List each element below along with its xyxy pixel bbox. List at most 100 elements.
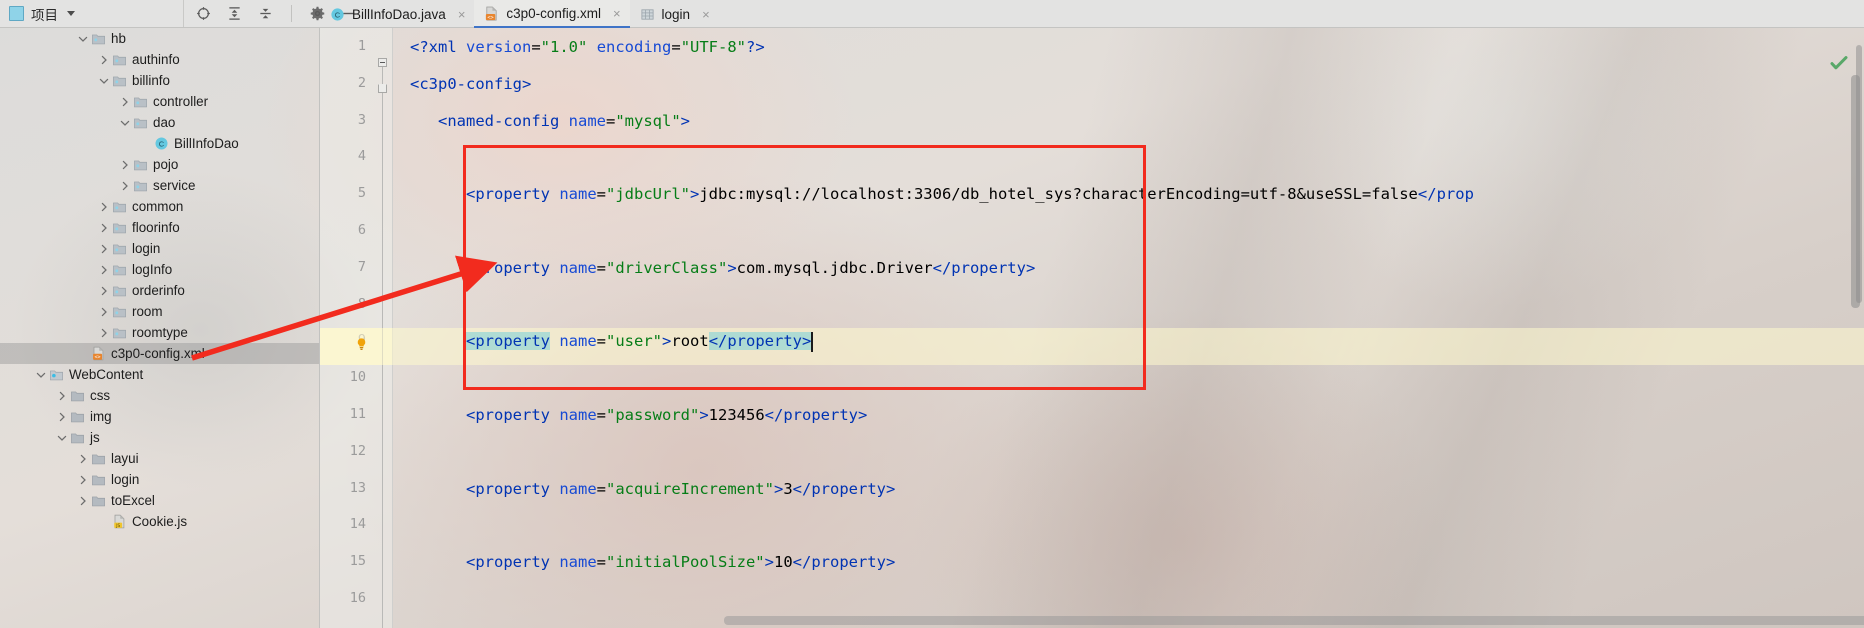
chevron-right-icon[interactable] — [56, 390, 68, 402]
tree-item-common[interactable]: common — [0, 196, 320, 217]
chevron-down-icon[interactable] — [67, 11, 75, 16]
code-token: name — [559, 553, 597, 572]
tree-item-label: img — [90, 409, 112, 424]
chevron-right-icon[interactable] — [98, 264, 110, 276]
tree-item-toexcel[interactable]: toExcel — [0, 490, 320, 511]
package-icon — [113, 223, 126, 234]
collapse-all-icon[interactable] — [258, 6, 273, 21]
tree-item-label: floorinfo — [132, 220, 180, 235]
chevron-right-icon[interactable] — [98, 306, 110, 318]
code-token: > — [680, 111, 690, 130]
chevron-right-icon[interactable] — [98, 285, 110, 297]
chevron-right-icon[interactable] — [77, 495, 89, 507]
package-icon — [134, 160, 147, 171]
package-icon — [134, 97, 147, 108]
chevron-right-icon[interactable] — [98, 54, 110, 66]
tree-item-label: service — [153, 178, 196, 193]
js-file-icon: JS — [114, 514, 125, 529]
xml-file-icon: <> — [484, 6, 499, 21]
close-icon[interactable]: × — [702, 8, 710, 21]
project-panel-header[interactable]: 项目 — [0, 0, 184, 27]
chevron-right-icon[interactable] — [77, 474, 89, 486]
expand-all-icon[interactable] — [227, 6, 242, 21]
tab-billinfodao-java[interactable]: C BillInfoDao.java × — [320, 0, 474, 28]
code-token: 10 — [773, 553, 793, 572]
chevron-right-icon[interactable] — [56, 411, 68, 423]
tree-item-css[interactable]: css — [0, 385, 320, 406]
chevron-down-icon[interactable] — [77, 33, 89, 45]
code-token: </property> — [792, 553, 896, 572]
tree-spacer — [140, 138, 152, 150]
inspection-status-badge[interactable] — [1826, 52, 1852, 74]
tree-item-webcontent[interactable]: WebContent — [0, 364, 320, 385]
locate-icon[interactable] — [196, 6, 211, 21]
editor-tab-bar: C BillInfoDao.java × <> c3p0-config.xml … — [320, 0, 719, 28]
tree-item-label: billinfo — [132, 73, 170, 88]
tree-item-label: BillInfoDao — [174, 136, 239, 151]
code-token: "acquireIncrement" — [606, 479, 774, 498]
chevron-right-icon[interactable] — [98, 201, 110, 213]
code-line-13[interactable]: <property name="acquireIncrement">3</pro… — [466, 476, 895, 502]
tree-item-login[interactable]: login — [0, 238, 320, 259]
folder-icon — [71, 391, 84, 402]
tab-login[interactable]: login × — [630, 0, 719, 28]
tree-item-label: controller — [153, 94, 209, 109]
code-line-3[interactable]: <named-config name="mysql"> — [438, 108, 690, 134]
package-icon — [113, 307, 126, 318]
chevron-down-icon[interactable] — [35, 369, 47, 381]
tree-item-label: Cookie.js — [132, 514, 188, 529]
tree-item-pojo[interactable]: pojo — [0, 154, 320, 175]
tree-item-label: logInfo — [132, 262, 173, 277]
tree-item-orderinfo[interactable]: orderinfo — [0, 280, 320, 301]
code-token: name — [559, 406, 597, 424]
tree-item-login[interactable]: login — [0, 469, 320, 490]
tree-item-label: hb — [111, 31, 126, 46]
code-line-15[interactable]: <property name="initialPoolSize">10</pro… — [466, 549, 895, 575]
chevron-right-icon[interactable] — [77, 453, 89, 465]
code-token: </property> — [764, 406, 868, 424]
project-tree[interactable]: hb authinfo billinfo controller dao C BillInfo… — [0, 28, 320, 628]
tree-item-loginfo[interactable]: logInfo — [0, 259, 320, 280]
tree-item-controller[interactable]: controller — [0, 91, 320, 112]
tree-item-floorinfo[interactable]: floorinfo — [0, 217, 320, 238]
code-token: "UTF-8" — [680, 38, 747, 56]
tree-item-room[interactable]: room — [0, 301, 320, 322]
tab-c3p0-config-xml[interactable]: <> c3p0-config.xml × — [474, 0, 630, 28]
intention-bulb-icon[interactable] — [354, 337, 369, 352]
editor-vertical-scrollbar[interactable] — [1851, 75, 1860, 308]
tree-item-billinfodao[interactable]: C BillInfoDao — [0, 133, 320, 154]
tree-item-service[interactable]: service — [0, 175, 320, 196]
tree-item-label: layui — [111, 451, 139, 466]
chevron-right-icon[interactable] — [119, 180, 131, 192]
chevron-down-icon[interactable] — [56, 432, 68, 444]
package-icon — [134, 181, 147, 192]
tree-item-layui[interactable]: layui — [0, 448, 320, 469]
chevron-down-icon[interactable] — [119, 117, 131, 129]
tree-item-img[interactable]: img — [0, 406, 320, 427]
chevron-right-icon[interactable] — [98, 222, 110, 234]
chevron-right-icon[interactable] — [98, 327, 110, 339]
close-icon[interactable]: × — [458, 8, 466, 21]
tree-item-dao[interactable]: dao — [0, 112, 320, 133]
tree-item-cookie-js[interactable]: JS Cookie.js — [0, 511, 320, 532]
code-token: = — [671, 38, 681, 56]
ok-check-icon — [1830, 56, 1848, 70]
chevron-right-icon[interactable] — [119, 159, 131, 171]
svg-text:C: C — [335, 10, 341, 19]
tree-item-js[interactable]: js — [0, 427, 320, 448]
code-token: <c3p0-config> — [410, 74, 532, 93]
editor-horizontal-scrollbar[interactable] — [724, 616, 1864, 625]
tree-item-hb[interactable]: hb — [0, 28, 320, 49]
code-line-1[interactable]: <?xml version="1.0" encoding="UTF-8"?> — [410, 34, 765, 60]
chevron-right-icon[interactable] — [119, 96, 131, 108]
tree-item-billinfo[interactable]: billinfo — [0, 70, 320, 91]
svg-text:C: C — [159, 139, 165, 148]
chevron-down-icon[interactable] — [98, 75, 110, 87]
code-line-11[interactable]: <property name="password">123456</proper… — [466, 402, 867, 428]
tree-item-roomtype[interactable]: roomtype — [0, 322, 320, 343]
close-icon[interactable]: × — [613, 7, 621, 20]
chevron-right-icon[interactable] — [98, 243, 110, 255]
tree-item-c3p0-config-xml[interactable]: <> c3p0-config.xml — [0, 343, 320, 364]
code-line-2[interactable]: <c3p0-config> — [410, 71, 531, 97]
tree-item-authinfo[interactable]: authinfo — [0, 49, 320, 70]
